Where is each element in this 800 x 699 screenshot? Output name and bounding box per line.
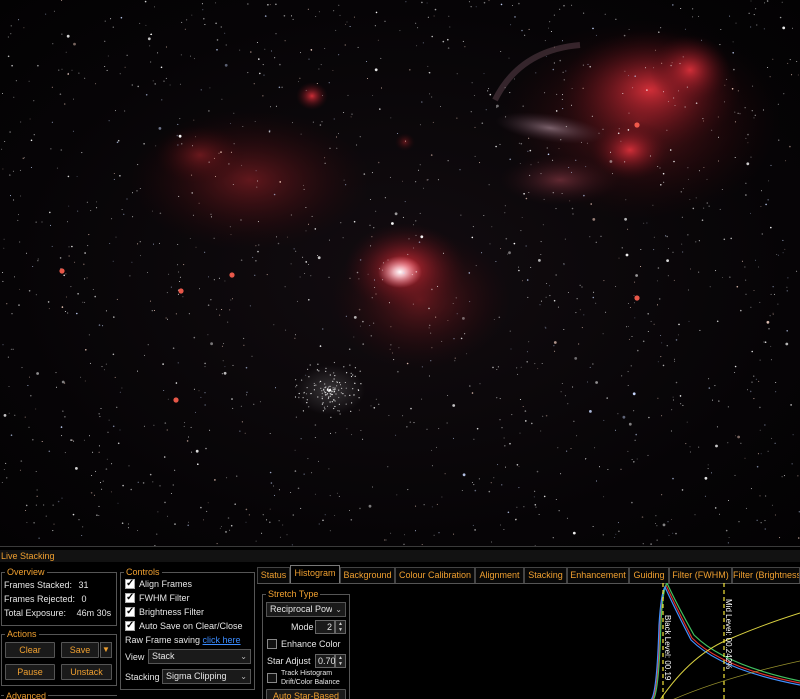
raw-frame-label: Raw Frame saving (125, 635, 201, 645)
frames-stacked-row: Frames Stacked: 31 (4, 579, 89, 591)
stacking-select-value: Sigma Clipping (166, 671, 227, 681)
panel-title: Live Stacking (0, 550, 800, 562)
view-label: View (125, 652, 145, 662)
total-exposure-label: Total Exposure: (4, 608, 67, 618)
track-histogram-label: Track Histogram Drift/Color Balance (281, 669, 340, 687)
tab-filter-fwhm[interactable]: Filter (FWHM) (669, 567, 732, 583)
auto-star-based-button[interactable]: Auto Star-Based (266, 689, 346, 699)
frames-rejected-label: Frames Rejected: (4, 594, 76, 604)
total-exposure-value: 46m 30s (76, 608, 112, 618)
controls-group: Controls Align Frames FWHM Filter Bright… (120, 566, 255, 690)
stretch-curve-lower (673, 660, 800, 699)
stretch-type-group: Stretch Type Reciprocal Power ⌄ Mode 2 ▲… (262, 588, 350, 699)
pause-button[interactable]: Pause (5, 664, 55, 680)
view-select[interactable]: Stack ⌄ (148, 649, 251, 664)
tab-histogram[interactable]: Histogram (290, 565, 340, 583)
live-stacking-panel: Live Stacking Overview Frames Stacked: 3… (0, 546, 800, 699)
mode-value: 2 (326, 622, 332, 632)
chevron-down-icon: ⌄ (335, 605, 342, 614)
chevron-down-icon: ⌄ (240, 652, 247, 661)
actions-legend: Actions (5, 628, 39, 640)
histogram-green-curve (652, 583, 800, 699)
track-label-line-2: Drift/Color Balance (281, 679, 340, 686)
frames-rejected-value: 0 (81, 594, 87, 604)
overview-group: Overview Frames Stacked: 31 Frames Rejec… (1, 566, 117, 626)
spin-updown-icon[interactable]: ▲ ▼ (335, 620, 346, 634)
brightness-filter-label: Brightness Filter (139, 607, 205, 617)
unstack-button[interactable]: Unstack (61, 664, 112, 680)
enhance-color-label: Enhance Color (281, 639, 341, 649)
brightness-filter-checkbox[interactable] (125, 606, 135, 617)
chevron-down-icon: ⌄ (240, 672, 247, 681)
stretch-type-legend: Stretch Type (266, 588, 321, 600)
tab-colour-calibration[interactable]: Colour Calibration (395, 567, 475, 583)
tab-alignment[interactable]: Alignment (475, 567, 524, 583)
stretch-type-select[interactable]: Reciprocal Power ⌄ (266, 602, 346, 617)
align-frames-checkbox[interactable] (125, 578, 135, 589)
tab-stacking[interactable]: Stacking (524, 567, 567, 583)
star-adjust-value: 0.70 (318, 656, 336, 666)
save-button[interactable]: Save (61, 642, 99, 658)
frames-rejected-row: Frames Rejected: 0 (4, 593, 87, 605)
save-options-button[interactable]: ▼ (100, 642, 112, 658)
fwhm-filter-label: FWHM Filter (139, 593, 190, 603)
view-select-value: Stack (152, 651, 175, 661)
overview-legend: Overview (5, 566, 47, 578)
fwhm-filter-checkbox[interactable] (125, 592, 135, 603)
histogram-red-curve (651, 583, 800, 699)
advanced-legend: Advanced (4, 690, 49, 699)
mode-label: Mode (291, 622, 314, 632)
chevron-down-icon: ▼ (102, 645, 110, 654)
controls-legend: Controls (124, 566, 162, 578)
tab-enhancement[interactable]: Enhancement (567, 567, 629, 583)
track-label-line-1: Track Histogram (281, 670, 333, 677)
stretch-type-value: Reciprocal Power (270, 604, 332, 614)
tab-guiding[interactable]: Guiding (629, 567, 669, 583)
spin-updown-icon[interactable]: ▲ ▼ (335, 654, 346, 668)
histogram-blue-curve (650, 585, 800, 699)
raw-frame-row: Raw Frame saving click here (125, 634, 241, 646)
tab-status[interactable]: Status (257, 567, 290, 583)
mode-spinner[interactable]: 2 ▲ ▼ (315, 620, 346, 634)
mid-level-label: Mid Level: 00.242% (724, 599, 733, 669)
star-adjust-label: Star Adjust (267, 656, 311, 666)
align-frames-label: Align Frames (139, 579, 193, 589)
frames-stacked-label: Frames Stacked: (4, 580, 73, 590)
histogram-plot[interactable]: Black Level: 00.19 Mid Level: 00.242% (612, 583, 800, 699)
stacked-image-view[interactable] (0, 0, 800, 546)
tab-strip: Status Histogram Background Colour Calib… (257, 565, 800, 583)
track-histogram-checkbox[interactable] (267, 673, 277, 683)
auto-save-checkbox[interactable] (125, 620, 135, 631)
advanced-group: Advanced (1, 690, 117, 699)
black-level-label: Black Level: 00.19 (663, 615, 672, 681)
tab-background[interactable]: Background (340, 567, 395, 583)
total-exposure-row: Total Exposure: 46m 30s (4, 607, 111, 619)
raw-frame-link[interactable]: click here (203, 635, 241, 645)
star-adjust-spinner[interactable]: 0.70 ▲ ▼ (315, 654, 346, 668)
nebula-starfield-image (1, 0, 800, 546)
enhance-color-checkbox[interactable] (267, 639, 277, 649)
tab-filter-brightness[interactable]: Filter (Brightness) (732, 567, 800, 583)
clear-button[interactable]: Clear (5, 642, 55, 658)
stacking-select[interactable]: Sigma Clipping ⌄ (162, 669, 251, 684)
frames-stacked-value: 31 (78, 580, 89, 590)
actions-group: Actions Clear Save ▼ Pause Unstack (1, 628, 117, 686)
stacking-label: Stacking (125, 672, 160, 682)
auto-save-label: Auto Save on Clear/Close (139, 621, 243, 631)
